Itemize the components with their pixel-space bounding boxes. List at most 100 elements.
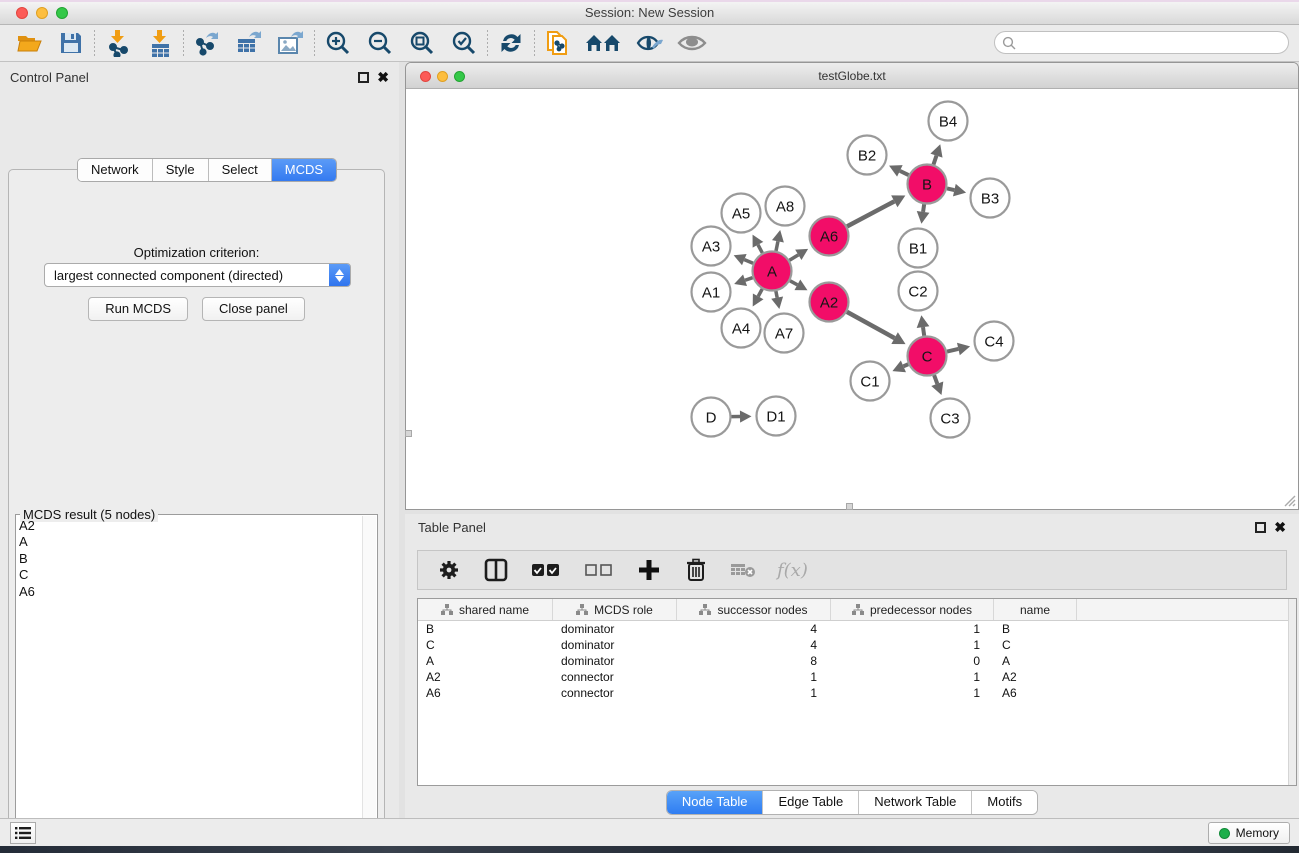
mcds-result-item[interactable]: A6	[19, 584, 361, 600]
network-window-titlebar[interactable]: testGlobe.txt	[406, 63, 1298, 89]
table-cell[interactable]: connector	[553, 686, 677, 700]
graph-edge-B-B2[interactable]	[900, 171, 909, 175]
import-table-icon[interactable]	[145, 29, 175, 57]
graph-edge-C-C4[interactable]	[947, 349, 958, 352]
table-cell[interactable]: A6	[994, 686, 1077, 700]
export-table-icon[interactable]	[234, 29, 264, 57]
memory-button[interactable]: Memory	[1208, 822, 1290, 844]
tab-style[interactable]: Style	[153, 159, 209, 181]
table-cell[interactable]: 1	[831, 686, 994, 700]
show-graphics-details-icon[interactable]	[677, 29, 707, 57]
clone-network-icon[interactable]	[543, 29, 573, 57]
column-header-predecessor-nodes[interactable]: predecessor nodes	[831, 599, 994, 620]
mcds-result-item[interactable]: C	[19, 567, 361, 583]
mcds-result-item[interactable]: A2	[19, 518, 361, 534]
select-all-columns-icon[interactable]	[530, 557, 562, 583]
table-row[interactable]: Bdominator41B	[418, 621, 1296, 637]
deselect-all-columns-icon[interactable]	[583, 557, 615, 583]
zoom-fit-icon[interactable]	[407, 29, 437, 57]
tab-mcds[interactable]: MCDS	[272, 159, 336, 181]
tab-network-table[interactable]: Network Table	[859, 791, 972, 814]
zoom-in-icon[interactable]	[323, 29, 353, 57]
bottom-edge-gripper[interactable]	[846, 503, 853, 510]
export-network-icon[interactable]	[192, 29, 222, 57]
table-cell[interactable]: A	[418, 654, 553, 668]
column-header-mcds-role[interactable]: MCDS role	[553, 599, 677, 620]
float-table-panel-icon[interactable]	[1255, 522, 1266, 533]
graph-edge-B-B1[interactable]	[923, 204, 924, 212]
network-graph[interactable]: B4B2BB3A5A8A6B1A3AA1C2A2A4A7C4CC1C3DD1	[406, 89, 1298, 509]
export-image-icon[interactable]	[276, 29, 306, 57]
delete-table-icon[interactable]	[730, 557, 756, 583]
graph-edge-C-C2[interactable]	[923, 327, 924, 336]
network-canvas[interactable]: B4B2BB3A5A8A6B1A3AA1C2A2A4A7C4CC1C3DD1	[406, 89, 1298, 509]
zoom-selected-icon[interactable]	[449, 29, 479, 57]
tab-edge-table[interactable]: Edge Table	[763, 791, 859, 814]
close-panel-button[interactable]: Close panel	[202, 297, 305, 321]
search-box[interactable]	[994, 31, 1289, 54]
tab-motifs[interactable]: Motifs	[972, 791, 1037, 814]
close-table-panel-icon[interactable]: ✖	[1274, 522, 1286, 533]
graph-edge-A-A8[interactable]	[776, 241, 778, 251]
table-cell[interactable]: C	[418, 638, 553, 652]
graph-edge-A6-B[interactable]	[847, 201, 894, 226]
table-row[interactable]: Cdominator41C	[418, 637, 1296, 653]
table-cell[interactable]: 0	[831, 654, 994, 668]
left-edge-gripper[interactable]	[405, 430, 412, 437]
table-cell[interactable]: 1	[677, 670, 831, 684]
table-cell[interactable]: A6	[418, 686, 553, 700]
graph-edge-A-A4[interactable]	[758, 289, 762, 296]
search-input[interactable]	[1016, 36, 1288, 50]
graph-edge-C-C3[interactable]	[934, 375, 937, 384]
tab-select[interactable]: Select	[209, 159, 272, 181]
run-mcds-button[interactable]: Run MCDS	[88, 297, 188, 321]
column-header-name[interactable]: name	[994, 599, 1077, 620]
column-header-shared-name[interactable]: shared name	[418, 599, 553, 620]
graph-edge-B-B4[interactable]	[933, 156, 936, 165]
graph-edge-A-A7[interactable]	[776, 291, 777, 298]
function-builder-icon[interactable]: f(x)	[777, 560, 808, 581]
import-network-icon[interactable]	[103, 29, 133, 57]
tab-network[interactable]: Network	[78, 159, 153, 181]
table-cell[interactable]: A2	[418, 670, 553, 684]
table-cell[interactable]: A	[994, 654, 1077, 668]
gear-icon[interactable]	[436, 557, 462, 583]
open-session-icon[interactable]	[14, 29, 44, 57]
graph-edge-A-A3[interactable]	[744, 260, 753, 264]
table-cell[interactable]: 1	[831, 638, 994, 652]
table-cell[interactable]: dominator	[553, 654, 677, 668]
delete-column-icon[interactable]	[683, 557, 709, 583]
tab-node-table[interactable]: Node Table	[667, 791, 764, 814]
graph-edge-A-A2[interactable]	[790, 281, 797, 285]
table-vertical-scrollbar[interactable]	[1288, 599, 1296, 785]
close-panel-icon[interactable]: ✖	[377, 72, 389, 83]
table-cell[interactable]: 8	[677, 654, 831, 668]
criterion-dropdown[interactable]: largest connected component (directed)	[44, 263, 351, 287]
resize-grip-icon[interactable]	[1282, 493, 1296, 507]
graph-edge-A-A1[interactable]	[745, 278, 753, 281]
hide-style-icon[interactable]	[635, 29, 665, 57]
table-cell[interactable]: 4	[677, 638, 831, 652]
table-cell[interactable]: 4	[677, 622, 831, 636]
graph-edge-A-A5[interactable]	[758, 245, 762, 253]
column-header-successor-nodes[interactable]: successor nodes	[677, 599, 831, 620]
add-column-icon[interactable]	[636, 557, 662, 583]
graph-edge-A2-C[interactable]	[847, 312, 895, 338]
table-row[interactable]: A2connector11A2	[418, 669, 1296, 685]
table-row[interactable]: A6connector11A6	[418, 685, 1296, 701]
mcds-result-scrollbar[interactable]	[362, 516, 376, 849]
home-view-icon[interactable]	[585, 29, 623, 57]
table-cell[interactable]: dominator	[553, 638, 677, 652]
refresh-layout-icon[interactable]	[496, 29, 526, 57]
zoom-out-icon[interactable]	[365, 29, 395, 57]
table-cell[interactable]: A2	[994, 670, 1077, 684]
table-row[interactable]: Adominator80A	[418, 653, 1296, 669]
table-cell[interactable]: 1	[831, 670, 994, 684]
graph-edge-B-B3[interactable]	[947, 188, 954, 190]
mcds-result-item[interactable]: A	[19, 534, 361, 550]
table-cell[interactable]: C	[994, 638, 1077, 652]
task-history-button[interactable]	[10, 822, 36, 844]
table-cell[interactable]: 1	[677, 686, 831, 700]
float-panel-icon[interactable]	[358, 72, 369, 83]
graph-edge-C-C1[interactable]	[903, 364, 908, 366]
